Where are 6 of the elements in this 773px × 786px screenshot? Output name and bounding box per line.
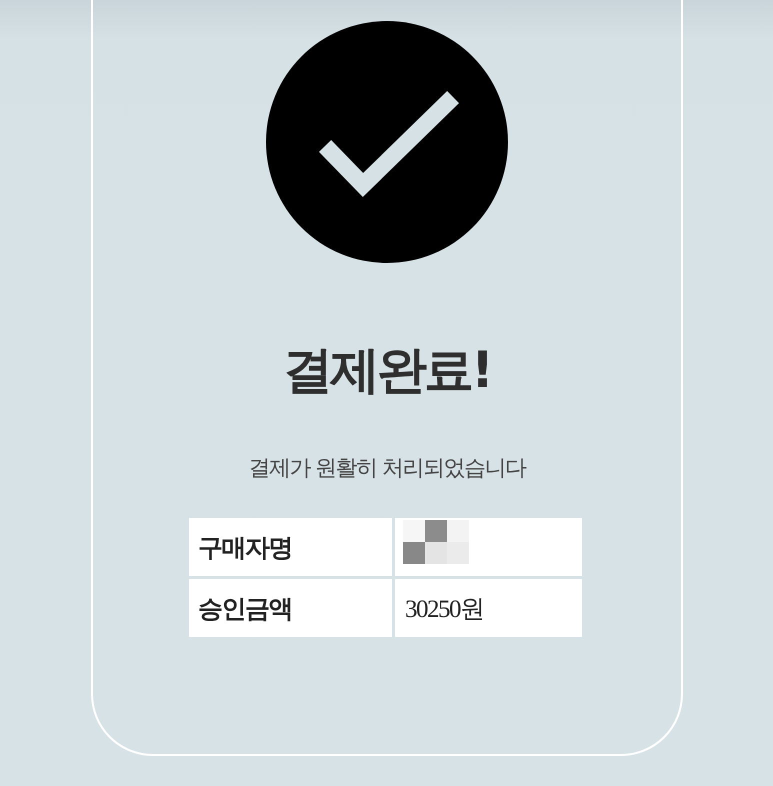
page-title: 결제완료! bbox=[283, 340, 491, 401]
check-circle-icon bbox=[266, 21, 508, 263]
status-message: 결제가 원활히 처리되었습니다 bbox=[248, 455, 526, 483]
value-cell: 30250원 bbox=[395, 579, 582, 637]
label-cell: 승인금액 bbox=[189, 579, 392, 637]
label-cell: 구매자명 bbox=[189, 518, 392, 576]
